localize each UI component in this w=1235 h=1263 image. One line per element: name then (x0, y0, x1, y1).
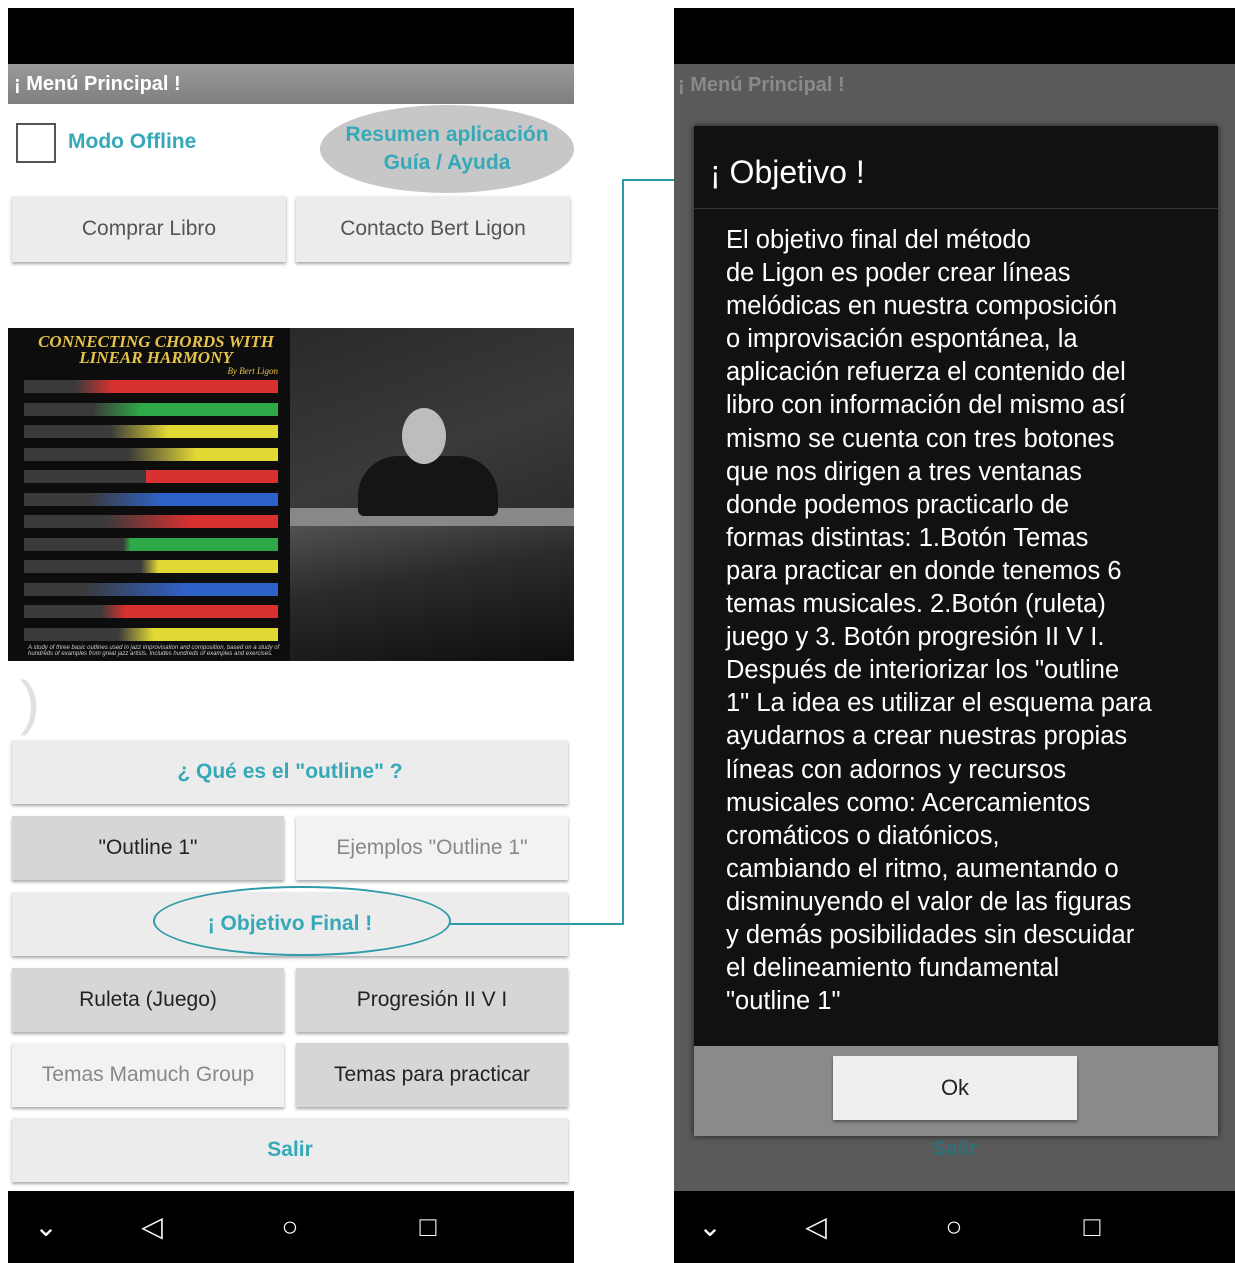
exit-button[interactable]: Salir (12, 1118, 568, 1182)
practice-songs-button[interactable]: Temas para practicar (296, 1043, 568, 1107)
mamuch-songs-button[interactable]: Temas Mamuch Group (12, 1043, 284, 1107)
cover-left-panel: CONNECTING CHORDS WITH LINEAR HARMONY By… (8, 328, 290, 661)
cover-stripe (24, 582, 278, 596)
app-title: ¡ Menú Principal ! (8, 64, 574, 104)
cover-stripe (24, 605, 278, 618)
navigation-bar: ⌄ ◁ ○ □ (674, 1191, 1235, 1263)
dialog-footer: Ok (694, 1046, 1218, 1136)
dialog-body: El objetivo final del método de Ligon es… (726, 226, 1152, 1016)
chevron-down-icon[interactable]: ⌄ (694, 1211, 726, 1243)
roulette-button[interactable]: Ruleta (Juego) (12, 968, 284, 1032)
dialog-title: ¡ Objetivo ! (710, 154, 865, 190)
help-line1: Resumen aplicación (345, 123, 549, 146)
cover-stripe (24, 425, 278, 438)
navigation-bar: ⌄ ◁ ○ □ (8, 1191, 574, 1263)
cover-author: By Bert Ligon (227, 366, 279, 376)
home-icon[interactable]: ○ (274, 1211, 306, 1243)
recents-icon[interactable]: □ (1076, 1211, 1108, 1243)
cover-title: CONNECTING CHORDS WITH LINEAR HARMONY (26, 333, 286, 367)
objective-dialog: ¡ Objetivo ! El objetivo final del métod… (694, 126, 1218, 1136)
ok-button[interactable]: Ok (833, 1056, 1077, 1120)
cover-stripe (24, 380, 278, 393)
scroll-indicator-icon: ) (20, 669, 40, 736)
cover-stripe (24, 447, 278, 461)
back-icon[interactable]: ◁ (136, 1211, 168, 1243)
dimmed-exit-label: Salir (931, 1137, 978, 1160)
home-icon[interactable]: ○ (938, 1211, 970, 1243)
outline1-button[interactable]: "Outline 1" (12, 816, 284, 880)
back-icon[interactable]: ◁ (800, 1211, 832, 1243)
cover-title-line2: LINEAR HARMONY (79, 348, 233, 367)
offline-checkbox[interactable] (16, 123, 56, 163)
cover-stripe (24, 492, 278, 506)
objective-dialog-screen: ¡ Menú Principal ! Salir ¡ Objetivo ! El… (674, 8, 1235, 1263)
buy-book-button[interactable]: Comprar Libro (12, 196, 286, 262)
status-bar (674, 8, 1235, 64)
cover-stripe (24, 470, 278, 483)
dialog-divider (694, 208, 1218, 209)
chevron-down-icon[interactable]: ⌄ (30, 1211, 62, 1243)
cover-tagline: A study of three basic outlines used in … (28, 645, 280, 657)
offline-label[interactable]: Modo Offline (68, 130, 196, 154)
progression-button[interactable]: Progresión II V I (296, 968, 568, 1032)
cover-stripe (24, 537, 278, 551)
cover-stripe (24, 515, 278, 528)
cover-stripe (24, 627, 278, 641)
recents-icon[interactable]: □ (412, 1211, 444, 1243)
status-bar (8, 8, 574, 64)
dimmed-app-title: ¡ Menú Principal ! (678, 74, 845, 96)
cover-stripe (24, 402, 278, 416)
cover-stripe (24, 560, 278, 573)
